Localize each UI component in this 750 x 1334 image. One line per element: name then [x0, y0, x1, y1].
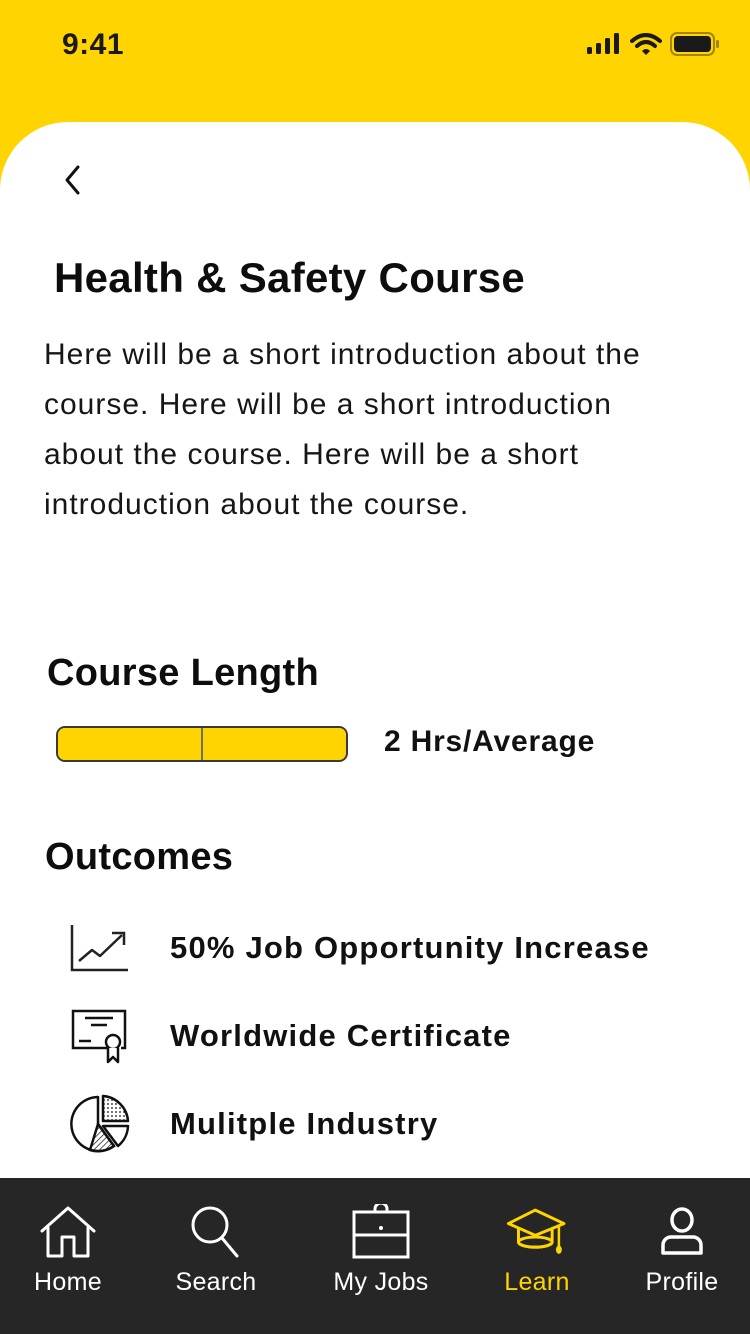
tab-label: Learn: [504, 1268, 570, 1296]
outcomes-heading: Outcomes: [45, 836, 234, 878]
back-button[interactable]: [52, 160, 92, 204]
tab-label: Search: [175, 1268, 257, 1296]
status-bar: 9:41: [0, 0, 750, 90]
course-length-value: 2 Hrs/Average: [384, 725, 596, 758]
bottom-tab-bar: Home Search My Jobs Learn Profile: [0, 1178, 750, 1334]
course-length-bar-divider: [201, 728, 203, 760]
tab-learn[interactable]: Learn: [477, 1202, 597, 1302]
tab-home[interactable]: Home: [8, 1202, 128, 1302]
outcome-item: 50% Job Opportunity Increase: [70, 918, 650, 978]
briefcase-icon: [349, 1202, 413, 1262]
outcome-item: Mulitple Industry: [70, 1094, 438, 1154]
search-icon: [184, 1202, 248, 1262]
tab-label: Home: [34, 1268, 102, 1296]
graduation-cap-icon: [505, 1202, 569, 1262]
profile-icon: [650, 1202, 714, 1262]
tab-my-jobs[interactable]: My Jobs: [321, 1202, 441, 1302]
status-time: 9:41: [62, 28, 125, 61]
page-title: Health & Safety Course: [54, 254, 526, 301]
outcome-label: 50% Job Opportunity Increase: [170, 930, 650, 965]
outcome-item: Worldwide Certificate: [70, 1006, 512, 1066]
battery-icon: [670, 32, 720, 61]
status-icons: [586, 32, 720, 61]
chevron-left-icon: [62, 164, 82, 201]
signal-icon: [586, 33, 622, 60]
wifi-icon: [630, 33, 662, 60]
home-icon: [36, 1202, 100, 1262]
tab-search[interactable]: Search: [156, 1202, 276, 1302]
tab-profile[interactable]: Profile: [622, 1202, 742, 1302]
certificate-icon: [70, 1006, 130, 1066]
course-length-bar: [56, 726, 348, 762]
trending-up-chart-icon: [70, 918, 130, 978]
outcome-label: Mulitple Industry: [170, 1106, 439, 1141]
tab-label: My Jobs: [333, 1268, 429, 1296]
tab-label: Profile: [645, 1268, 719, 1296]
pie-chart-icon: [70, 1094, 130, 1154]
outcome-label: Worldwide Certificate: [170, 1018, 512, 1053]
course-intro: Here will be a short introduction about …: [44, 338, 641, 521]
course-length-heading: Course Length: [47, 652, 320, 694]
